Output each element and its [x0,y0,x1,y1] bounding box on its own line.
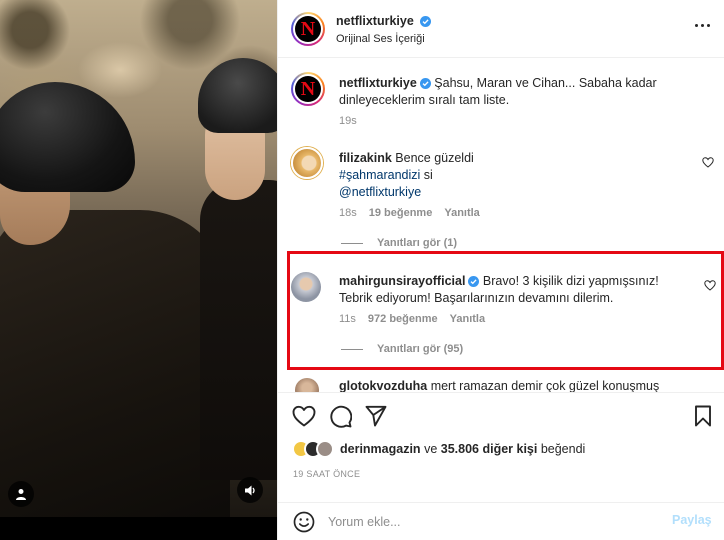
netflix-avatar: N [295,16,321,42]
add-comment-bar: Paylaş [278,502,724,540]
comment-input[interactable] [328,511,658,533]
post-username[interactable]: netflixturkiye [336,14,414,28]
reply-button[interactable]: Yanıtla [450,313,485,325]
comment-username[interactable]: filizakink [339,151,392,165]
comment-time: 18s [339,207,357,219]
more-options-icon[interactable] [695,24,710,27]
view-replies-label: Yanıtları gör (95) [377,343,464,355]
comment-text-suffix: si [420,168,433,182]
save-bookmark-icon[interactable] [694,405,712,427]
comment-text: Bence güzeldi [395,151,474,165]
caption-time: 19s [339,115,357,127]
media-letterbox [0,517,277,540]
comment-meta: 11s 972 beğenme Yanıtla [339,313,485,325]
likes-count[interactable]: 35.806 diğer kişi [441,442,538,456]
caption-meta: 19s [339,115,357,127]
netflix-logo-icon: N [300,78,316,100]
rider-jacket [0,210,230,540]
post-timestamp[interactable]: 19 SAAT ÖNCE [293,469,360,479]
view-replies-button[interactable]: Yanıtları gör (95) [341,343,463,355]
like-heart-icon[interactable] [292,405,316,427]
user-icon [16,489,26,500]
post-detail-panel: N netflixturkiye Orijinal Ses İçeriği N … [277,0,724,540]
emoji-icon[interactable] [293,511,315,533]
comments-list[interactable]: N netflixturkiye Şahsu, Maran ve Cihan..… [278,58,724,392]
view-replies-button[interactable]: Yanıtları gör (1) [341,237,457,249]
like-comment-heart-icon[interactable] [702,157,714,168]
post-comment-button[interactable]: Paylaş [672,513,712,527]
comment-text-block: glotokvozduha mert ramazan demir çok güz… [339,378,694,392]
caption-story-ring[interactable]: N [291,72,325,106]
comment-hashtag[interactable]: #şahmarandizi [339,168,420,182]
verified-badge-icon [419,78,431,89]
story-ring[interactable]: N [291,12,325,46]
comment-text: mert ramazan demir çok güzel konuşmuş [430,379,660,392]
comment-meta: 18s 19 beğenme Yanıtla [339,207,480,219]
audio-label[interactable]: Orijinal Ses İçeriği [336,33,425,45]
comment-text-block: filizakink Bence güzeldi #şahmarandizi s… [339,150,694,201]
post-media[interactable] [0,0,277,540]
caption-username[interactable]: netflixturkiye [339,76,417,90]
likes-summary: derinmagazin ve 35.806 diğer kişi beğend… [292,440,585,458]
likes-suffix: beğendi [540,442,586,456]
tagged-users-button[interactable] [8,481,34,507]
like-comment-heart-icon[interactable] [704,280,716,291]
liker-avatar[interactable] [316,440,334,458]
comment-text-block: mahirgunsirayofficial Bravo! 3 kişilik d… [339,273,684,307]
likes-connector: ve [424,442,438,456]
netflix-logo-icon: N [300,18,316,40]
comment-time: 11s [339,313,356,325]
comment-username[interactable]: mahirgunsirayofficial [339,274,465,288]
speaker-icon [244,485,255,495]
post-header: N netflixturkiye Orijinal Ses İçeriği [278,0,724,58]
verified-badge-icon [468,276,480,287]
caption-text-block: netflixturkiye Şahsu, Maran ve Cihan... … [339,75,694,109]
replies-divider [341,348,363,350]
comment-likes[interactable]: 19 beğenme [369,207,433,219]
comment-likes[interactable]: 972 beğenme [368,313,438,325]
video-frame [0,0,277,540]
reply-button[interactable]: Yanıtla [444,207,479,219]
post-actions: derinmagazin ve 35.806 diğer kişi beğend… [278,392,724,502]
commenter-avatar[interactable] [295,378,319,392]
passenger-body [200,180,277,480]
replies-divider [341,242,363,244]
share-paper-plane-icon[interactable] [365,405,387,427]
view-replies-label: Yanıtları gör (1) [377,237,458,249]
commenter-avatar[interactable] [291,272,321,302]
commenter-avatar[interactable] [291,147,323,179]
comment-bubble-icon[interactable] [329,405,352,428]
mute-toggle-button[interactable] [237,477,263,503]
comment-username[interactable]: glotokvozduha [339,379,427,392]
comment-mention[interactable]: @netflixturkiye [339,185,421,199]
liker-username[interactable]: derinmagazin [340,442,421,456]
verified-badge-icon [420,16,432,27]
caption-avatar: N [295,76,321,102]
